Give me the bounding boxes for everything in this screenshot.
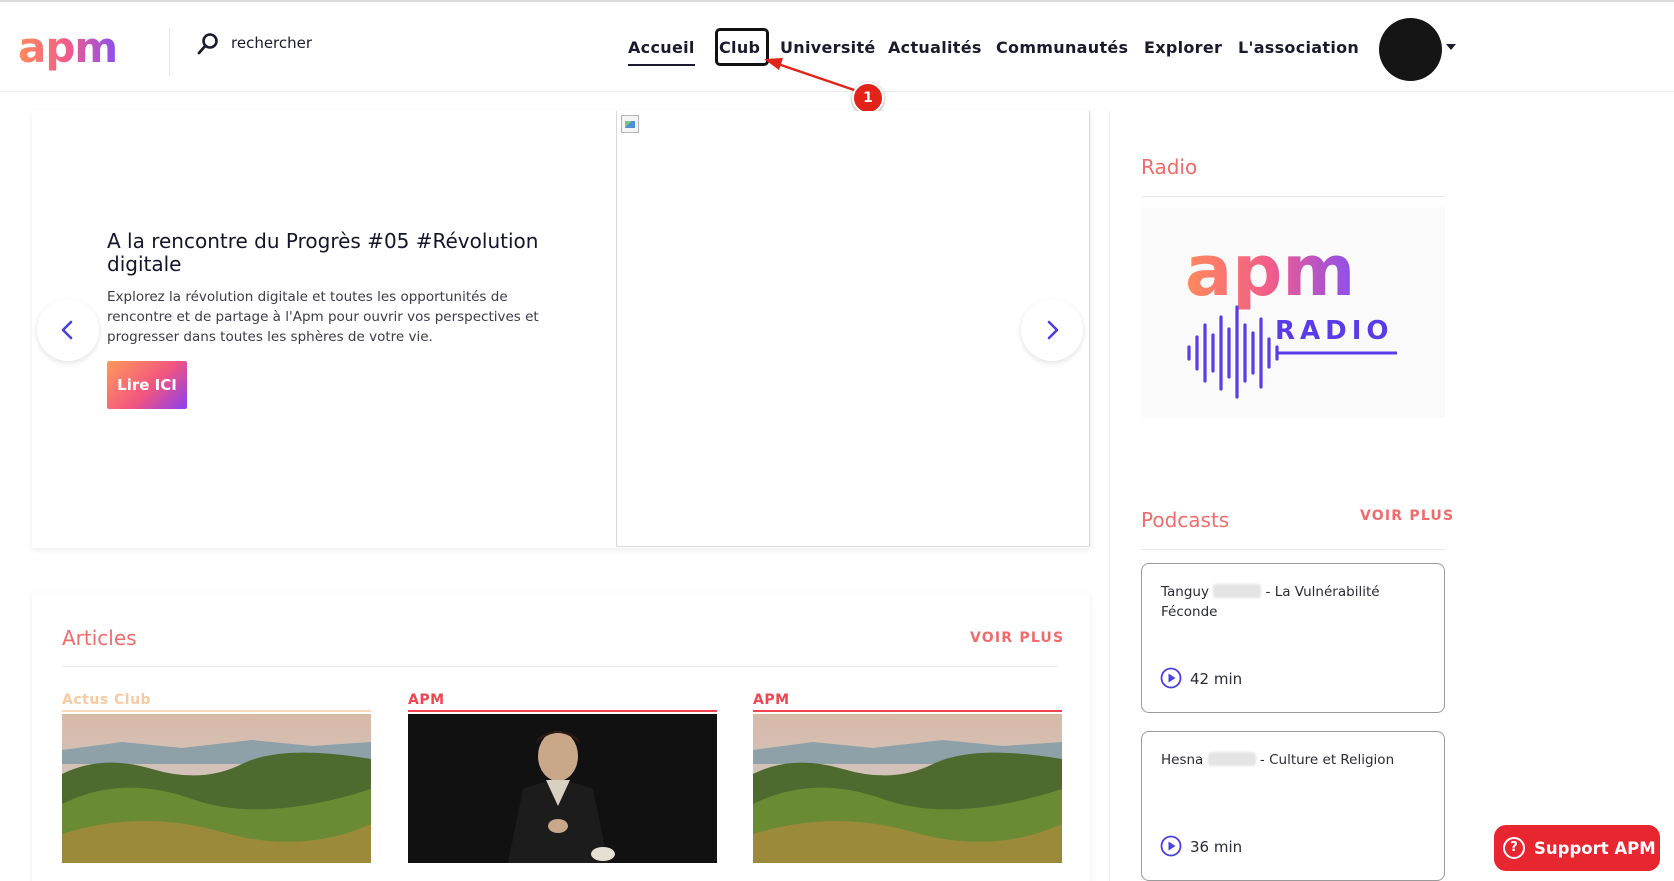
podcast-speaker: Hesna (1161, 752, 1204, 768)
radio-title: Radio (1141, 155, 1198, 179)
podcast-speaker: Tanguy (1161, 584, 1209, 600)
radio-logo-graphic: apm RADIO (1185, 230, 1397, 399)
hero-carousel: A la rencontre du Progrès #05 #Révolutio… (32, 111, 1090, 548)
help-icon: ? (1503, 837, 1525, 859)
articles-title: Articles (62, 626, 137, 650)
carousel-prev-button[interactable] (37, 299, 99, 361)
annotation-badge: 1 (852, 82, 884, 114)
nav-communautes[interactable]: Communautés (996, 38, 1128, 57)
carousel-next-button[interactable] (1021, 299, 1083, 361)
chevron-right-icon (1047, 320, 1059, 340)
articles-divider (62, 666, 1058, 667)
hero-description: Explorez la révolution digitale et toute… (107, 289, 539, 345)
apm-logo[interactable]: apm (18, 24, 118, 72)
podcast-title: Tanguy - La Vulnérabilité Féconde (1161, 582, 1431, 622)
article-tag-bar (62, 710, 371, 712)
broken-image-icon (621, 115, 639, 133)
portrait-image (408, 714, 717, 863)
nav-universite[interactable]: Université (780, 38, 876, 57)
podcast-card[interactable]: Hesna - Culture et Religion 36 min (1141, 731, 1445, 881)
chevron-down-icon[interactable] (1446, 44, 1456, 50)
svg-text:apm: apm (1185, 230, 1355, 312)
podcast-card[interactable]: Tanguy - La Vulnérabilité Féconde 42 min (1141, 563, 1445, 713)
play-icon[interactable] (1160, 835, 1182, 857)
nav-actualites[interactable]: Actualités (888, 38, 982, 57)
podcasts-divider (1141, 549, 1445, 550)
lire-ici-button[interactable]: Lire ICI (107, 361, 187, 409)
radio-divider (1141, 196, 1445, 197)
search-icon[interactable] (196, 32, 220, 56)
nav-accueil[interactable]: Accueil (628, 38, 695, 66)
support-apm-button[interactable]: ? Support APM (1494, 825, 1660, 871)
article-tag[interactable]: APM (753, 692, 790, 708)
svg-text:RADIO: RADIO (1275, 316, 1394, 346)
club-highlight-box (715, 28, 769, 66)
podcast-title: Hesna - Culture et Religion (1161, 750, 1431, 770)
podcasts-title: Podcasts (1141, 508, 1230, 532)
play-icon[interactable] (1160, 667, 1182, 689)
support-label: Support APM (1534, 838, 1656, 858)
hero-title: A la rencontre du Progrès #05 #Révolutio… (107, 229, 539, 276)
hero-image (616, 111, 1090, 547)
column-divider (1109, 111, 1110, 881)
article-tag[interactable]: Actus Club (62, 692, 151, 708)
podcasts-voir-plus-link[interactable]: VOIR PLUS (1360, 508, 1454, 524)
article-tag[interactable]: APM (408, 692, 445, 708)
search-input[interactable]: rechercher (231, 34, 312, 52)
landscape-image (62, 714, 371, 863)
article-image-portrait[interactable] (408, 714, 717, 863)
chevron-left-icon (61, 320, 73, 340)
article-tag-bar (408, 710, 717, 712)
landscape-image (753, 714, 1062, 863)
header-divider (169, 28, 170, 76)
articles-section: Articles VOIR PLUS Actus Club APM APM (32, 593, 1090, 881)
article-image-landscape[interactable] (62, 714, 371, 863)
nav-association[interactable]: L'association (1238, 38, 1359, 57)
article-image-landscape[interactable] (753, 714, 1062, 863)
site-header: apm rechercher Accueil Club Université A… (0, 2, 1674, 92)
nav-explorer[interactable]: Explorer (1144, 38, 1222, 57)
podcast-topic: - Culture et Religion (1259, 752, 1395, 768)
avatar[interactable] (1379, 18, 1442, 81)
podcast-duration: 36 min (1190, 838, 1243, 856)
podcast-duration: 42 min (1190, 670, 1243, 688)
articles-voir-plus-link[interactable]: VOIR PLUS (970, 630, 1064, 646)
article-tag-bar (753, 710, 1062, 712)
apm-radio-logo[interactable]: apm RADIO (1141, 207, 1445, 418)
redacted-name (1213, 584, 1262, 598)
redacted-name (1207, 752, 1256, 766)
